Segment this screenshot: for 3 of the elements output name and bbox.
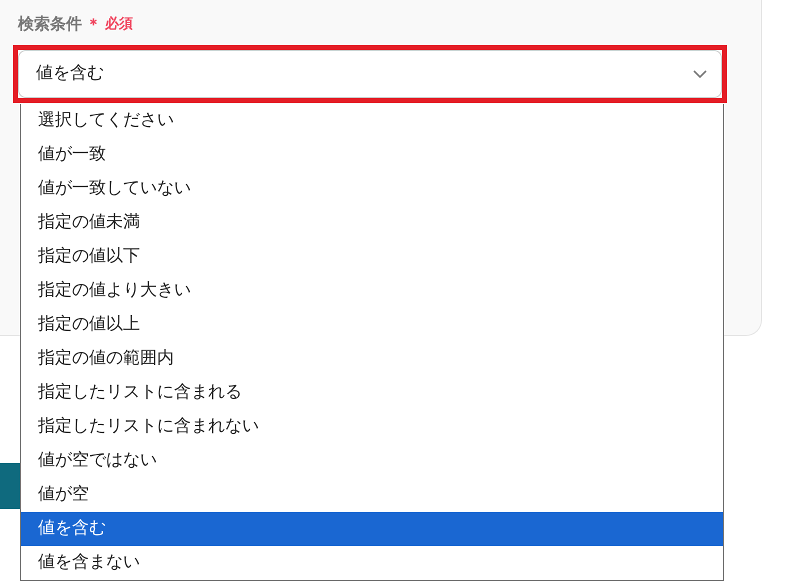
required-label: 必須 [105, 14, 133, 34]
required-mark: ＊ [86, 14, 101, 35]
field-label: 検索条件 [18, 13, 82, 35]
